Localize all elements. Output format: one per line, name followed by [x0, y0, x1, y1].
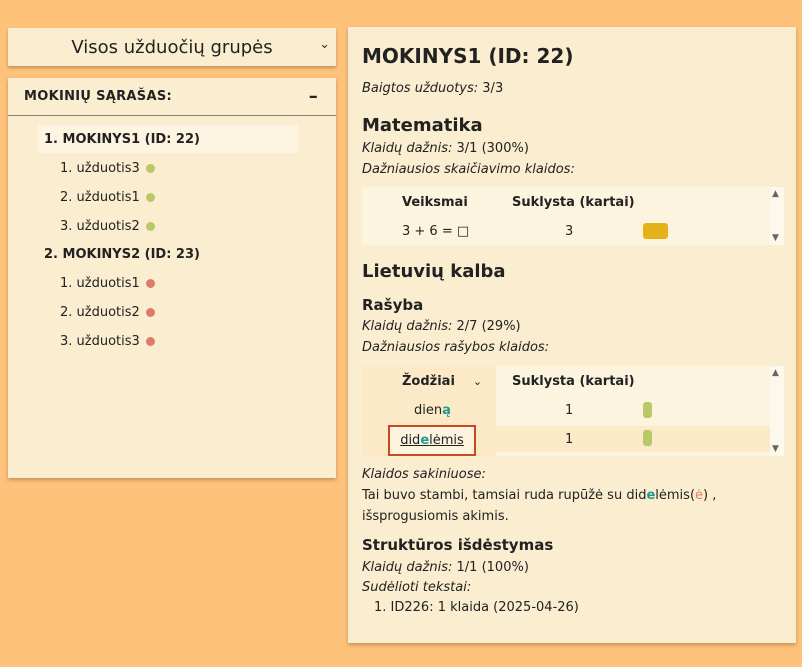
word-cell-selected[interactable]: did e lėmis [388, 425, 476, 456]
students-panel-title: MOKINIŲ SĄRAŠAS: [24, 89, 172, 104]
task-item[interactable]: 3. užduotis2 [60, 216, 155, 236]
frequency-bar [643, 430, 652, 446]
scroll-up-icon[interactable]: ▲ [772, 189, 779, 199]
status-dot-icon [145, 278, 155, 288]
sort-chevron-icon[interactable]: ⌄ [473, 375, 482, 388]
texts-label: Sudėlioti tekstai: [362, 580, 472, 595]
sentence-line2: išsprogusiomis akimis. [362, 509, 509, 524]
structure-rate-value: 1/1 (100%) [452, 560, 529, 575]
spelling-common-label: Dažniausios rašybos klaidos: [362, 340, 550, 355]
collapse-icon[interactable]: – [309, 86, 318, 107]
completed-label: Baigtos užduotys: [362, 81, 479, 96]
student-detail-panel: MOKINYS1 (ID: 22) Baigtos užduotys: 3/3 … [348, 27, 796, 643]
col-header-count: Suklysta (kartai) [512, 374, 635, 389]
spelling-table-scrollbar[interactable]: ▲ ▼ [770, 366, 784, 456]
count-cell: 1 [565, 432, 574, 447]
completed-value: 3/3 [478, 81, 504, 96]
spelling-errors-table: Žodžiai ⌄ Suklysta (kartai) dieną 1 did e… [362, 366, 784, 456]
sentences-label: Klaidos sakiniuose: [362, 467, 486, 482]
lt-heading: Lietuvių kalba [362, 261, 506, 282]
status-dot-icon [145, 221, 155, 231]
task-item[interactable]: 1. užduotis1 [60, 273, 155, 293]
sentence-part: ) , [703, 488, 717, 503]
math-errors-table: Veiksmai Suklysta (kartai) 3 + 6 = □ 3 ▲… [362, 187, 784, 245]
sentence-text: Tai buvo stambi, tamsiai ruda rupūžė su … [362, 488, 782, 503]
math-table-scrollbar[interactable]: ▲ ▼ [770, 187, 784, 245]
sentence-error-letter: e [646, 488, 656, 503]
word-prefix: did [400, 433, 421, 448]
task-item[interactable]: 2. užduotis2 [60, 302, 155, 322]
task-label: 3. užduotis3 [60, 333, 140, 349]
math-heading: Matematika [362, 115, 483, 136]
sentence-part: Tai buvo stambi, tamsiai ruda rupūžė su … [362, 488, 647, 503]
spelling-rate-value: 2/7 (29%) [452, 319, 521, 334]
scroll-down-icon[interactable]: ▼ [772, 233, 779, 243]
spelling-rate-label: Klaidų dažnis: [362, 319, 453, 334]
sentence-part: lėmis( [655, 488, 696, 503]
op-cell: 3 + 6 = □ [402, 224, 470, 239]
math-common-label: Dažniausios skaičiavimo klaidos: [362, 162, 575, 177]
task-label: 1. užduotis1 [60, 275, 140, 291]
texts-list-item[interactable]: 1. ID226: 1 klaida (2025-04-26) [374, 600, 579, 615]
student-label: 1. MOKINYS1 (ID: 22) [44, 131, 200, 147]
frequency-bar [643, 223, 668, 239]
task-label: 1. užduotis3 [60, 160, 140, 176]
task-group-select-label: Visos užduočių grupės [71, 36, 273, 58]
task-label: 2. užduotis1 [60, 189, 140, 205]
structure-heading: Struktūros išdėstymas [362, 536, 554, 554]
task-group-select[interactable]: Visos užduočių grupės ⌄ [8, 28, 336, 66]
structure-error-rate: Klaidų dažnis: 1/1 (100%) [362, 560, 529, 575]
scroll-down-icon[interactable]: ▼ [772, 444, 779, 454]
word-error-letter: ą [442, 403, 451, 418]
spelling-heading: Rašyba [362, 296, 424, 314]
scroll-up-icon[interactable]: ▲ [772, 368, 779, 378]
structure-rate-label: Klaidų dažnis: [362, 560, 453, 575]
status-dot-icon [145, 307, 155, 317]
math-rate-label: Klaidų dažnis: [362, 141, 453, 156]
status-dot-icon [145, 192, 155, 202]
student-label: 2. MOKINYS2 (ID: 23) [44, 246, 200, 262]
students-panel-header[interactable]: MOKINIŲ SĄRAŠAS: – [8, 78, 336, 116]
col-header-words-label: Žodžiai [402, 374, 455, 389]
word-error-letter: e [420, 433, 430, 448]
word-prefix: dien [414, 403, 443, 418]
spelling-error-rate: Klaidų dažnis: 2/7 (29%) [362, 319, 521, 334]
student-item-mokinys1[interactable]: 1. MOKINYS1 (ID: 22) [38, 125, 298, 153]
col-header-ops: Veiksmai [402, 195, 468, 210]
count-cell: 1 [565, 403, 574, 418]
col-header-words[interactable]: Žodžiai ⌄ [402, 374, 482, 389]
students-panel: MOKINIŲ SĄRAŠAS: – 1. MOKINYS1 (ID: 22) … [8, 78, 336, 478]
math-error-rate: Klaidų dažnis: 3/1 (300%) [362, 141, 529, 156]
completed-tasks: Baigtos užduotys: 3/3 [362, 81, 503, 96]
word-cell[interactable]: dieną [414, 403, 451, 418]
count-cell: 3 [565, 224, 574, 239]
word-suffix: lėmis [429, 433, 464, 448]
student-item-mokinys2[interactable]: 2. MOKINYS2 (ID: 23) [38, 240, 298, 268]
task-item[interactable]: 3. užduotis3 [60, 331, 155, 351]
row-highlight [496, 426, 770, 452]
task-label: 3. užduotis2 [60, 218, 140, 234]
chevron-down-icon: ⌄ [319, 37, 330, 52]
math-rate-value: 3/1 (300%) [452, 141, 529, 156]
col-header-count: Suklysta (kartai) [512, 195, 635, 210]
task-item[interactable]: 1. užduotis3 [60, 158, 155, 178]
frequency-bar [643, 402, 652, 418]
sentence-correct-letter: ė [695, 488, 704, 503]
status-dot-icon [145, 336, 155, 346]
status-dot-icon [145, 163, 155, 173]
page-title: MOKINYS1 (ID: 22) [362, 44, 574, 68]
task-label: 2. užduotis2 [60, 304, 140, 320]
task-item[interactable]: 2. užduotis1 [60, 187, 155, 207]
